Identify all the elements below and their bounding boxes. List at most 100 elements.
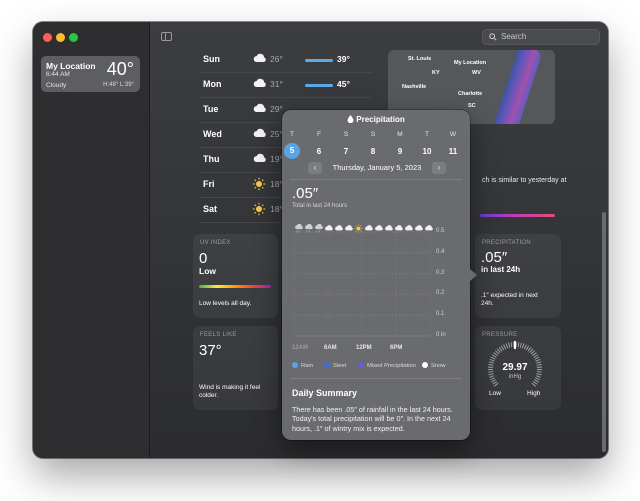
map-label: SC bbox=[468, 103, 476, 109]
cloud-icon bbox=[252, 127, 266, 141]
forecast-high: 45° bbox=[337, 79, 350, 89]
close-window-button[interactable] bbox=[43, 33, 52, 42]
pressure-gauge-tick bbox=[500, 345, 505, 351]
location-time: 6:44 AM bbox=[46, 71, 70, 78]
raindrop-icon bbox=[347, 115, 354, 124]
precip-intensity-line bbox=[480, 214, 555, 217]
selected-date-label: Thursday, January 5, 2023 bbox=[332, 163, 422, 172]
cloud-icon bbox=[424, 220, 433, 231]
cloud-icon bbox=[414, 220, 423, 231]
legend-swatch bbox=[292, 362, 298, 368]
location-card-my-location[interactable]: My Location 6:44 AM 40° Cloudy H:48° L:3… bbox=[41, 56, 140, 92]
sun-icon bbox=[252, 202, 266, 216]
uv-index-card[interactable]: UV INDEX 0 Low Low levels all day. bbox=[193, 234, 278, 318]
pressure-gauge-tick bbox=[517, 342, 520, 348]
chart-x-tick-label: 12PM bbox=[356, 345, 372, 351]
zoom-window-button[interactable] bbox=[69, 33, 78, 42]
pressure-value: 29.97 bbox=[502, 362, 528, 373]
pressure-gauge-tick bbox=[492, 381, 498, 385]
legend-item: Sleet bbox=[324, 362, 346, 369]
daily-summary-text: There has been .05″ of rainfall in the l… bbox=[292, 405, 453, 433]
precipitation-total-value: .05″ bbox=[292, 185, 319, 202]
day-button[interactable]: 11 bbox=[445, 146, 461, 158]
chart-x-tick-label: 6PM bbox=[390, 345, 403, 351]
map-label: Nashville bbox=[402, 84, 427, 90]
day-of-week-label: T bbox=[290, 131, 294, 138]
pressure-gauge-tick bbox=[521, 343, 525, 349]
cloud-icon bbox=[252, 77, 266, 91]
previous-day-button[interactable]: ‹ bbox=[308, 162, 322, 174]
legend-swatch bbox=[324, 362, 330, 368]
forecast-day: Thu bbox=[203, 154, 220, 164]
day-of-week-label: T bbox=[425, 131, 429, 138]
popover-arrow bbox=[470, 269, 477, 281]
forecast-day: Mon bbox=[203, 79, 222, 89]
precipitation-card-sub: in last 24h bbox=[481, 265, 521, 274]
legend-label: Sleet bbox=[333, 363, 347, 369]
cloud-rain-icon bbox=[294, 220, 303, 233]
legend-label: Snow bbox=[431, 363, 446, 369]
cloud-icon bbox=[404, 220, 413, 231]
feels-like-card[interactable]: FEELS LIKE 37° Wind is making it feel co… bbox=[193, 326, 278, 410]
map-label: Charlotte bbox=[458, 91, 483, 97]
cloud-icon bbox=[344, 220, 353, 231]
partly-sunny-icon bbox=[394, 220, 403, 231]
day-button[interactable]: 9 bbox=[392, 146, 408, 158]
search-icon bbox=[489, 33, 497, 41]
forecast-low: 29° bbox=[270, 104, 283, 114]
popover-title: Precipitation bbox=[282, 115, 470, 124]
location-high-low: H:48° L:39° bbox=[103, 82, 134, 88]
scrollbar[interactable] bbox=[602, 212, 606, 452]
cloud-icon bbox=[252, 102, 266, 116]
chart-y-tick-label: 0.1 bbox=[436, 311, 445, 318]
sidebar-toggle-icon[interactable] bbox=[161, 32, 172, 41]
day-button[interactable]: 7 bbox=[338, 146, 354, 158]
cloud-rain-icon bbox=[314, 220, 323, 233]
precipitation-card[interactable]: PRECIPITATION .05″ in last 24h .1″ expec… bbox=[475, 234, 561, 318]
sun-icon bbox=[354, 220, 363, 233]
pressure-gauge-tick bbox=[491, 354, 497, 358]
legend-swatch bbox=[358, 362, 364, 368]
chart-y-tick-label: 0.2 bbox=[436, 290, 445, 297]
search-field[interactable]: Search bbox=[482, 29, 600, 45]
pressure-gauge-tick bbox=[535, 358, 541, 362]
pressure-gauge-tick bbox=[494, 350, 500, 355]
legend-label: Rain bbox=[301, 363, 313, 369]
feels-like-value: 37° bbox=[199, 342, 222, 359]
precipitation-card-value: .05″ bbox=[481, 249, 508, 266]
forecast-row[interactable]: Mon 31° 45° bbox=[200, 73, 372, 98]
map-label: KY bbox=[432, 70, 440, 76]
pressure-gauge-tick bbox=[519, 342, 522, 348]
precipitation-chart-plot bbox=[293, 231, 431, 337]
forecast-day: Fri bbox=[203, 179, 215, 189]
forecast-temp-range-bar bbox=[305, 84, 333, 87]
pressure-gauge-tick bbox=[503, 344, 507, 350]
forecast-low: 31° bbox=[270, 79, 283, 89]
pressure-unit: inHg bbox=[508, 374, 522, 380]
pressure-gauge-tick bbox=[490, 356, 496, 360]
legend-swatch bbox=[422, 362, 428, 368]
location-temperature: 40° bbox=[106, 59, 134, 79]
day-button[interactable]: 8 bbox=[365, 146, 381, 158]
partly-sunny-icon bbox=[374, 220, 383, 231]
uv-index-level: Low bbox=[199, 266, 216, 276]
feels-like-description: Wind is making it feel colder. bbox=[199, 384, 261, 399]
selected-day-button[interactable]: 5 bbox=[284, 143, 300, 159]
precipitation-chart[interactable]: 0.5 0.4 0.3 0.2 0.1 0 in 12AM 6AM 12PM 6PM bbox=[292, 228, 464, 351]
day-button[interactable]: 6 bbox=[311, 146, 327, 158]
minimize-window-button[interactable] bbox=[56, 33, 65, 42]
pressure-gauge-tick bbox=[494, 382, 499, 387]
next-day-button[interactable]: › bbox=[432, 162, 446, 174]
forecast-low: 19° bbox=[270, 154, 283, 164]
pressure-card[interactable]: PRESSURE 29.97 inHg Low High bbox=[475, 326, 561, 410]
forecast-row[interactable]: Sun 26° 39° bbox=[200, 48, 372, 73]
pressure-gauge-tick bbox=[530, 350, 536, 355]
pressure-gauge-tick bbox=[534, 379, 539, 383]
day-of-week-label: S bbox=[370, 131, 376, 138]
precipitation-card-description: .1″ expected in next 24h. bbox=[481, 292, 538, 307]
day-button[interactable]: 10 bbox=[419, 146, 435, 158]
pressure-low-label: Low bbox=[489, 390, 501, 397]
pressure-gauge-tick bbox=[491, 379, 496, 383]
day-of-week-label: S bbox=[343, 131, 349, 138]
feels-like-label: FEELS LIKE bbox=[200, 332, 237, 338]
